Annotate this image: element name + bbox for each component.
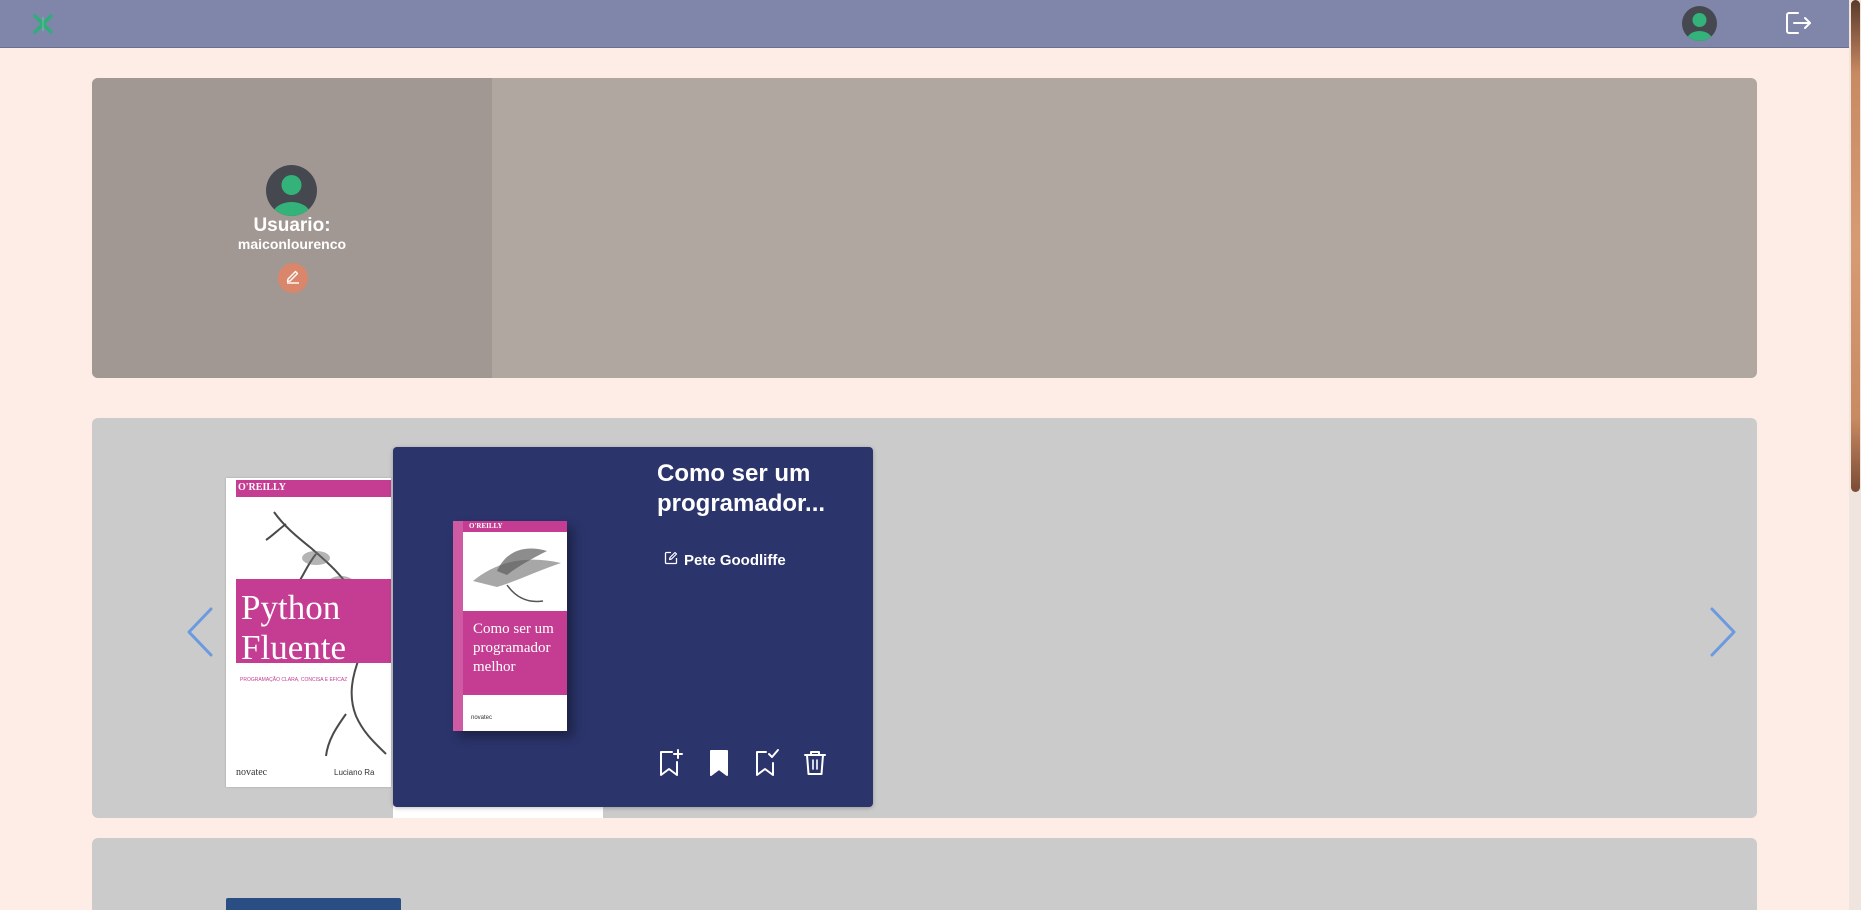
delete-button[interactable] xyxy=(800,749,830,781)
scrollbar-thumb[interactable] xyxy=(1851,0,1860,492)
profile-username: maiconlourenco xyxy=(237,236,347,252)
book-title: Como ser um programador... xyxy=(657,460,826,517)
book-cover-underlay xyxy=(393,806,603,818)
pencil-icon xyxy=(285,268,301,289)
edit-profile-button[interactable] xyxy=(278,263,308,293)
cover-publisher: O'REILLY xyxy=(238,482,286,493)
logout-icon[interactable] xyxy=(1784,10,1814,36)
cover-spine xyxy=(453,521,463,731)
book-detail-card[interactable]: O'REILLY Como ser um programador melhor … xyxy=(393,447,873,807)
edit-square-icon xyxy=(664,551,678,570)
profile-avatar-icon xyxy=(266,165,317,216)
add-to-list-button[interactable] xyxy=(656,748,686,783)
cover-publisher: O'REILLY xyxy=(469,522,503,530)
trash-icon xyxy=(803,749,827,782)
profile-label: Usuario: xyxy=(253,215,331,236)
book-cover-python-fluente[interactable]: O'REILLY Python Fluente PROGRAMAÇÃO CLAR… xyxy=(226,478,391,787)
user-avatar-icon[interactable] xyxy=(1682,6,1717,41)
bookmark-filled-icon xyxy=(707,748,731,783)
book-cover-partial[interactable] xyxy=(226,898,401,910)
bookmark-check-icon xyxy=(754,748,780,783)
card-actions xyxy=(656,748,848,783)
cover-imprint: novatec xyxy=(236,767,268,778)
bookmark-button[interactable] xyxy=(704,749,734,781)
chevron-right-icon xyxy=(1706,607,1740,663)
profile-banner: Usuario: maiconlourenco xyxy=(92,78,1757,378)
cover-title: Python Fluente xyxy=(241,588,346,667)
top-navbar xyxy=(0,0,1849,48)
bookmark-plus-icon xyxy=(658,748,684,783)
chevron-left-icon xyxy=(183,607,217,663)
book-cover-image: O'REILLY Como ser um programador melhor … xyxy=(453,521,567,731)
mark-read-button[interactable] xyxy=(752,748,782,783)
carousel-prev-button[interactable] xyxy=(183,605,217,659)
cover-title: Como ser um programador melhor xyxy=(473,621,554,675)
carousel-next-button[interactable] xyxy=(1706,605,1740,659)
book-author-row: Pete Goodliffe xyxy=(664,551,786,570)
cover-subtitle: PROGRAMAÇÃO CLARA, CONCISA E EFICAZ xyxy=(240,677,348,683)
profile-sidebar: Usuario: maiconlourenco xyxy=(92,78,492,378)
cover-imprint: novatec xyxy=(471,715,493,721)
x-logo-icon[interactable] xyxy=(30,11,56,37)
fish-illustration xyxy=(473,548,561,603)
book-author: Pete Goodliffe xyxy=(684,552,786,569)
cover-author: Luciano Ra xyxy=(334,768,375,777)
